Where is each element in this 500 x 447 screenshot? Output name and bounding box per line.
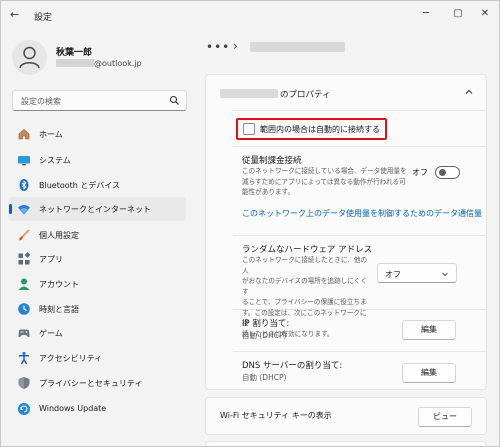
chevron-up-icon[interactable] xyxy=(464,87,474,97)
search-input[interactable]: 設定の検索 xyxy=(12,90,187,111)
sidebar-item-apps[interactable]: アプリ xyxy=(8,247,186,271)
sidebar-item-gaming[interactable]: ゲーム xyxy=(8,321,186,345)
email-redaction xyxy=(56,59,94,67)
wifi-security-key-card: Wi-Fi セキュリティ キーの表示 ビュー xyxy=(205,397,487,435)
dns-assignment-title: DNS サーバーの割り当て: xyxy=(242,361,343,371)
section-divider xyxy=(233,146,487,147)
random-hardware-address-title: ランダムなハードウェア アドレス xyxy=(242,245,373,255)
dropdown-value: オフ xyxy=(385,270,401,279)
sidebar-item-network[interactable]: ネットワークとインターネット xyxy=(8,197,186,221)
dns-assignment-value: 自動 (DHCP) xyxy=(242,373,287,382)
user-icon xyxy=(19,46,40,69)
gamepad-icon xyxy=(18,329,30,338)
description-line: 減らすためにアプリによっては異なる動作が行われる可 xyxy=(242,177,406,186)
sidebar-item-label: アクセシビリティ xyxy=(39,354,103,363)
sidebar-item-label: ネットワークとインターネット xyxy=(39,205,151,214)
shield-icon xyxy=(18,377,30,389)
metered-connection-toggle[interactable] xyxy=(435,166,460,179)
sidebar-item-label: システム xyxy=(39,156,71,165)
section-divider xyxy=(233,351,487,352)
ip-assignment-title: IP 割り当て: xyxy=(242,319,290,329)
metered-toggle-state: オフ xyxy=(412,168,428,177)
data-limit-link[interactable]: このネットワーク上のデータ使用量を制御するためのデータ通信量 xyxy=(242,208,482,219)
sidebar-item-label: ゲーム xyxy=(39,329,63,338)
wifi-security-key-label: Wi-Fi セキュリティ キーの表示 xyxy=(220,411,332,420)
description-line: がおなたのデバイスの場所を追跡しにくくす xyxy=(242,277,367,296)
chevron-down-icon xyxy=(442,272,448,277)
network-icon xyxy=(18,205,30,215)
sidebar-item-time-language[interactable]: 時刻と言語 xyxy=(8,297,186,321)
sidebar-item-system[interactable]: システム xyxy=(8,148,186,172)
network-name-redacted xyxy=(220,89,278,98)
breadcrumb-chevron-icon: › xyxy=(233,39,238,53)
description-line: 能性があります。 xyxy=(242,188,295,196)
properties-title: のプロパティ xyxy=(280,90,331,100)
sidebar-item-label: アカウント xyxy=(39,280,79,289)
bluetooth-icon xyxy=(19,179,29,191)
sidebar-item-personalization[interactable]: 個人用設定 xyxy=(8,223,186,247)
breadcrumb-more-button[interactable]: ••• xyxy=(206,40,230,54)
sidebar-item-windows-update[interactable]: Windows Update xyxy=(8,397,186,421)
sidebar-item-bluetooth[interactable]: Bluetooth とデバイス xyxy=(8,173,186,197)
minimize-button[interactable]: ─ xyxy=(418,7,434,21)
description-line: このネットワークに接続したときに、他の人 xyxy=(242,256,368,275)
sidebar-item-label: プライバシーとセキュリティ xyxy=(39,379,143,388)
search-icon xyxy=(169,95,179,105)
view-security-key-button[interactable]: ビュー xyxy=(418,407,472,427)
ip-edit-button[interactable]: 編集 xyxy=(402,320,456,340)
app-title: 設定 xyxy=(34,13,53,23)
selection-indicator xyxy=(9,204,12,214)
home-icon xyxy=(18,129,30,140)
sidebar-item-accessibility[interactable]: アクセシビリティ xyxy=(8,346,186,370)
description-line: ることで、プライバシーの保護に役立ちま xyxy=(242,298,367,306)
sidebar-item-label: 個人用設定 xyxy=(39,231,79,240)
avatar[interactable] xyxy=(12,40,47,75)
system-icon xyxy=(18,156,30,166)
dns-edit-button[interactable]: 編集 xyxy=(402,363,456,383)
sidebar-item-label: Bluetooth とデバイス xyxy=(39,181,121,190)
sidebar-item-label: ホーム xyxy=(39,130,63,139)
windows-update-icon xyxy=(18,403,30,415)
section-divider xyxy=(233,235,487,236)
random-hardware-address-dropdown[interactable]: オフ xyxy=(377,263,457,283)
ip-assignment-value: 自動 (DHCP) xyxy=(242,331,287,340)
next-card xyxy=(205,441,487,446)
time-language-icon xyxy=(18,303,30,315)
close-button[interactable]: ✕ xyxy=(477,7,493,21)
sidebar-item-label: Windows Update xyxy=(39,404,107,413)
user-name: 秋葉一郎 xyxy=(56,48,93,58)
metered-connection-description: このネットワークに接続している場合、データ使用量を 減らすためにアプリによっては… xyxy=(242,166,407,198)
sidebar-item-label: 時刻と言語 xyxy=(39,305,79,314)
accessibility-icon xyxy=(19,352,29,365)
auto-connect-label[interactable]: 範囲内の場合は自動的に接続する xyxy=(260,124,380,135)
account-icon xyxy=(18,278,30,290)
maximize-button[interactable]: ▢ xyxy=(450,7,466,21)
auto-connect-checkbox[interactable] xyxy=(243,123,255,135)
section-divider xyxy=(233,110,487,111)
apps-icon xyxy=(18,252,31,265)
metered-connection-title: 従量制課金接続 xyxy=(242,156,302,166)
email-suffix: @outlook.jp xyxy=(94,59,142,68)
user-email: @outlook.jp xyxy=(56,59,142,68)
title-bar: ← 設定 ─ ▢ ✕ xyxy=(1,1,499,31)
breadcrumb-network-name-redacted xyxy=(250,42,345,52)
toggle-knob xyxy=(439,169,446,176)
sidebar-item-home[interactable]: ホーム xyxy=(8,122,186,146)
sidebar-item-privacy-security[interactable]: プライバシーとセキュリティ xyxy=(8,371,186,395)
brush-icon xyxy=(19,229,30,241)
sidebar-item-label: アプリ xyxy=(39,255,63,264)
description-line: このネットワークに接続している場合、データ使用量を xyxy=(242,167,407,175)
search-placeholder: 設定の検索 xyxy=(21,97,61,106)
back-button[interactable]: ← xyxy=(10,9,19,21)
settings-window: ← 設定 ─ ▢ ✕ 秋葉一郎 @outlook.jp 設定の検索 ホーム シス… xyxy=(0,0,500,447)
sidebar-item-accounts[interactable]: アカウント xyxy=(8,272,186,296)
